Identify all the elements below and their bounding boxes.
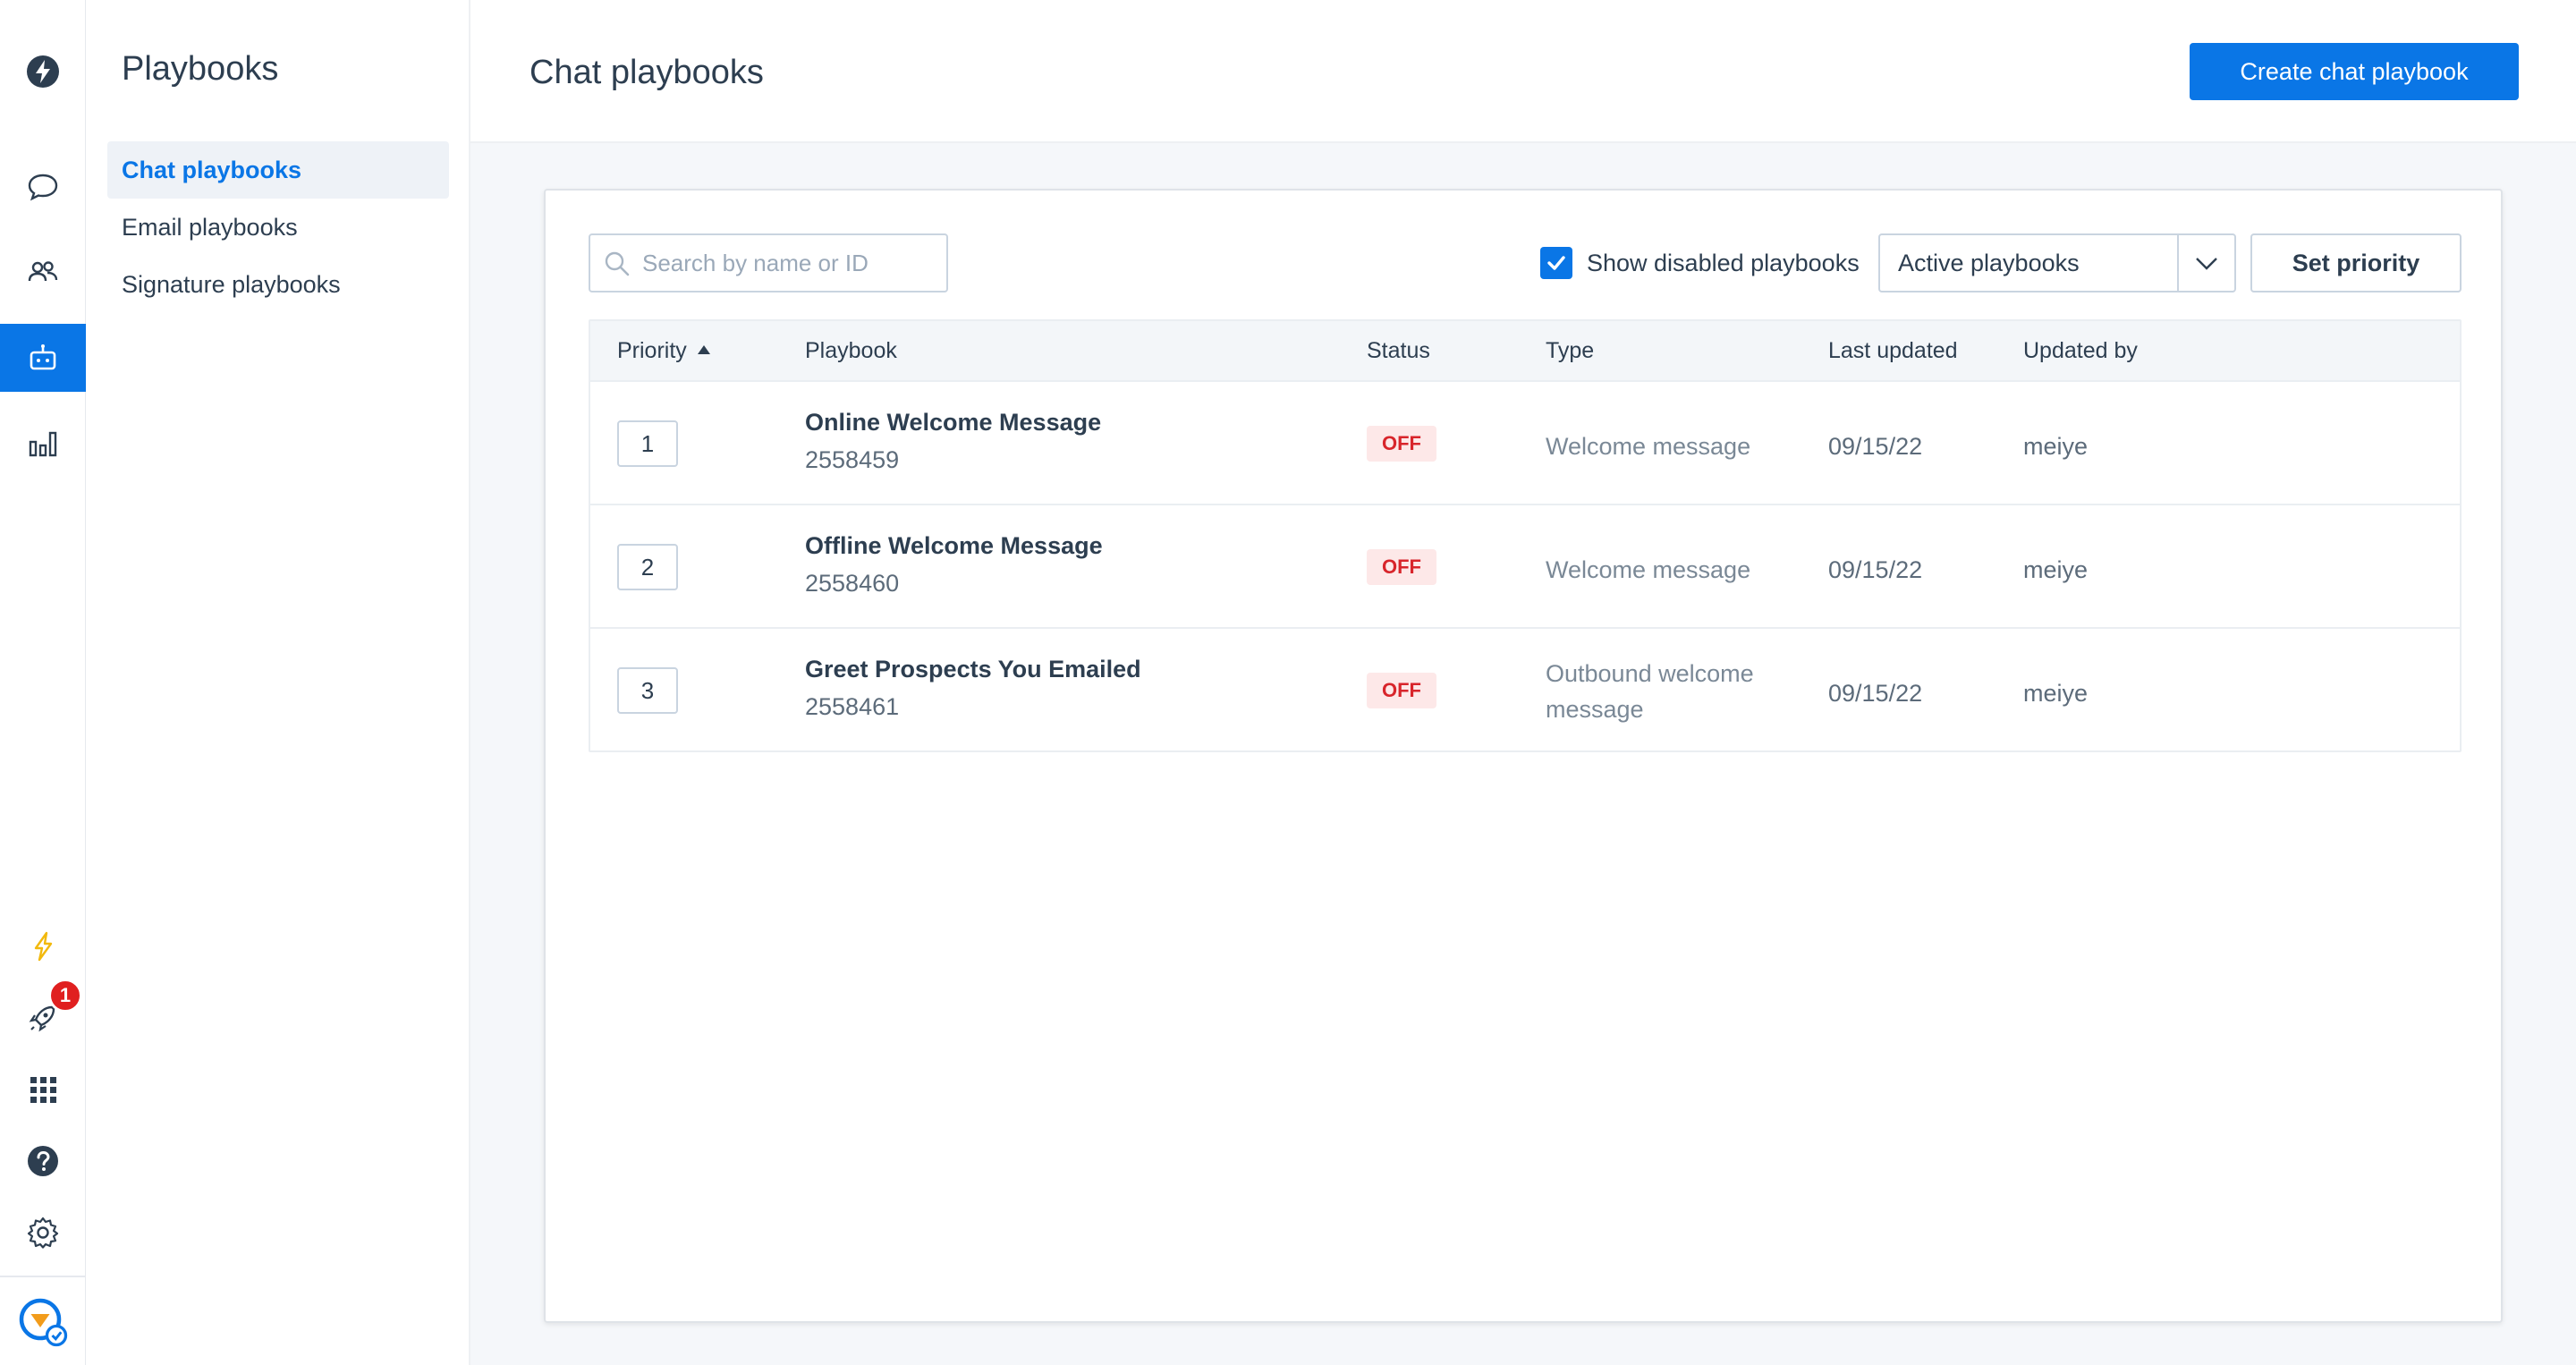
help-icon[interactable] bbox=[0, 1127, 86, 1195]
people-icon[interactable] bbox=[0, 238, 86, 306]
playbooks-table: Priority Playbook Status Type Last updat… bbox=[589, 319, 2462, 752]
sort-ascending-icon bbox=[697, 345, 710, 355]
column-header-status: Status bbox=[1367, 338, 1430, 363]
playbook-type: Welcome message bbox=[1546, 556, 1751, 583]
column-header-last-updated: Last updated bbox=[1828, 338, 1958, 363]
logo-bolt-icon[interactable] bbox=[0, 38, 86, 106]
sidebar-item-email-playbooks[interactable]: Email playbooks bbox=[107, 199, 449, 256]
last-updated: 09/15/22 bbox=[1828, 556, 1923, 583]
create-chat-playbook-button[interactable]: Create chat playbook bbox=[2190, 43, 2519, 100]
sidebar-item-chat-playbooks[interactable]: Chat playbooks bbox=[107, 141, 449, 199]
filter-selected-value: Active playbooks bbox=[1898, 250, 2080, 276]
sidebar-item-signature-playbooks[interactable]: Signature playbooks bbox=[107, 256, 449, 313]
column-header-priority[interactable]: Priority bbox=[617, 321, 710, 380]
playbook-id: 2558459 bbox=[805, 446, 900, 473]
notification-badge: 1 bbox=[48, 979, 82, 1013]
table-row[interactable]: 3 Greet Prospects You Emailed 2558461 OF… bbox=[590, 627, 2460, 750]
app-root: 1 Playbooks Chat playbooks Email playboo… bbox=[0, 0, 2576, 1365]
show-disabled-toggle[interactable]: Show disabled playbooks bbox=[1540, 241, 1860, 285]
playbook-name-link[interactable]: Greet Prospects You Emailed bbox=[805, 656, 1141, 683]
icon-rail: 1 bbox=[0, 0, 86, 1365]
table-row[interactable]: 2 Offline Welcome Message 2558460 OFF We… bbox=[590, 504, 2460, 627]
show-disabled-label: Show disabled playbooks bbox=[1587, 249, 1860, 276]
search-input[interactable] bbox=[642, 235, 937, 291]
playbook-filter-select[interactable]: Active playbooks bbox=[1878, 233, 2236, 292]
status-badge: OFF bbox=[1367, 673, 1436, 708]
playbook-type: Welcome message bbox=[1546, 433, 1751, 460]
playbooks-sidebar: Playbooks Chat playbooks Email playbooks… bbox=[86, 0, 470, 1365]
bar-chart-icon[interactable] bbox=[0, 410, 86, 478]
chevron-down-icon[interactable] bbox=[2193, 251, 2220, 275]
select-divider bbox=[2177, 235, 2179, 291]
updated-by: meiye bbox=[2023, 433, 2089, 460]
checkmark-icon bbox=[1547, 256, 1565, 270]
priority-input[interactable]: 1 bbox=[617, 420, 678, 467]
main-content: Chat playbooks Create chat playbook Show… bbox=[470, 0, 2576, 1365]
bot-icon[interactable] bbox=[0, 324, 86, 392]
status-badge: OFF bbox=[1367, 426, 1436, 462]
playbook-name-link[interactable]: Online Welcome Message bbox=[805, 409, 1101, 437]
status-badge: OFF bbox=[1367, 549, 1436, 585]
lightning-icon[interactable] bbox=[0, 912, 86, 980]
account-avatar-icon[interactable] bbox=[0, 1288, 86, 1356]
apps-grid-icon[interactable] bbox=[0, 1056, 86, 1123]
playbook-name-link[interactable]: Offline Welcome Message bbox=[805, 532, 1103, 560]
playbook-id: 2558461 bbox=[805, 693, 900, 720]
table-header: Priority Playbook Status Type Last updat… bbox=[590, 321, 2460, 380]
page-title: Chat playbooks bbox=[530, 54, 764, 91]
column-header-playbook: Playbook bbox=[805, 338, 897, 363]
sidebar-title: Playbooks bbox=[122, 50, 279, 88]
rail-divider bbox=[0, 1276, 86, 1277]
column-header-updated-by: Updated by bbox=[2023, 338, 2138, 363]
priority-input[interactable]: 3 bbox=[617, 667, 678, 714]
playbook-type: Outbound welcome message bbox=[1546, 660, 1754, 723]
last-updated: 09/15/22 bbox=[1828, 433, 1923, 460]
updated-by: meiye bbox=[2023, 556, 2089, 583]
search-icon bbox=[605, 251, 630, 276]
priority-input[interactable]: 2 bbox=[617, 544, 678, 590]
playbook-id: 2558460 bbox=[805, 570, 900, 597]
set-priority-button[interactable]: Set priority bbox=[2250, 233, 2462, 292]
page-header: Chat playbooks Create chat playbook bbox=[470, 0, 2576, 143]
last-updated: 09/15/22 bbox=[1828, 680, 1923, 707]
table-row[interactable]: 1 Online Welcome Message 2558459 OFF Wel… bbox=[590, 380, 2460, 504]
column-header-type: Type bbox=[1546, 338, 1595, 363]
settings-gear-icon[interactable] bbox=[0, 1199, 86, 1267]
playbooks-card: Show disabled playbooks Active playbooks… bbox=[544, 189, 2503, 1323]
updated-by: meiye bbox=[2023, 680, 2089, 707]
chat-bubble-icon[interactable] bbox=[0, 152, 86, 220]
search-box bbox=[589, 233, 948, 292]
show-disabled-checkbox[interactable] bbox=[1540, 247, 1572, 279]
